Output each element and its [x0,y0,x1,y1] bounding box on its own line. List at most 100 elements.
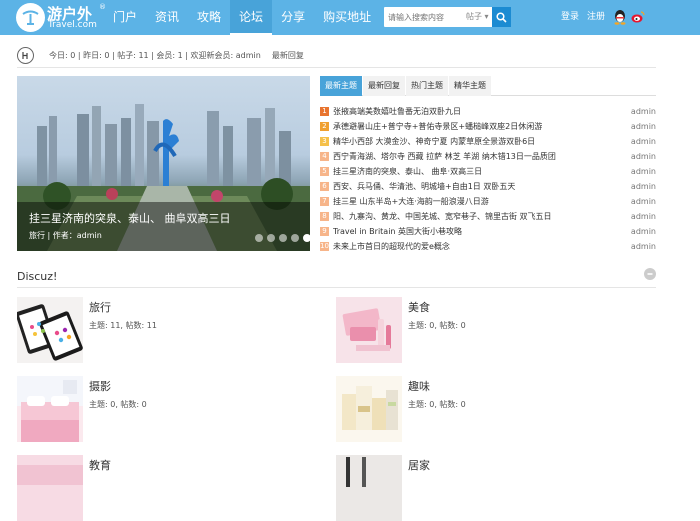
slider-dot[interactable] [255,234,263,242]
forum-item-food[interactable]: 美食 主题: 0, 帖数: 0 [336,297,636,363]
thread-item[interactable]: 10 未来上市首日的超现代的爱e概念 admin [320,239,656,254]
nav-item-forum[interactable]: 论坛 [230,0,273,35]
forum-stats: 主题: 11, 帖数: 11 [89,321,157,330]
thread-title[interactable]: 张掖高端美数嬉吐鲁番无泊双卧九日 [333,106,613,117]
forum-item-photography[interactable]: 摄影 主题: 0, 帖数: 0 [17,376,317,442]
nav-item-guides[interactable]: 攻略 [188,0,230,35]
forum-name[interactable]: 居家 [408,457,430,473]
forum-item-fun[interactable]: 趣味 主题: 0, 帖数: 0 [336,376,636,442]
forum-name[interactable]: 摄影 [89,378,111,394]
forum-stats-bar: 今日: 0 | 昨日: 0 | 帖子: 11 | 会员: 1 | 欢迎新会员: … [17,45,304,65]
slider-caption-meta: 旅行 | 作者：admin [29,231,102,240]
thread-item[interactable]: 9 Travel in Britain 英国大街小巷攻略 admin [320,224,656,239]
thread-tabs: 最新主题 最新回复 热门主题 精华主题 [320,76,656,96]
forum-thumbnail[interactable] [17,455,83,521]
stats-summary: 今日: 0 | 昨日: 0 | 帖子: 11 | 会员: 1 | 欢迎新会员: … [49,50,261,60]
register-link[interactable]: 注册 [587,0,605,35]
collapse-icon[interactable] [644,268,656,280]
divider [17,67,656,68]
thread-author[interactable]: admin [631,167,656,176]
nav-item-share[interactable]: 分享 [272,0,314,35]
search-input[interactable] [386,7,462,27]
tab-digest-threads[interactable]: 精华主题 [449,76,491,96]
qq-login-icon[interactable] [613,9,627,25]
main-nav: 门户 资讯 攻略 论坛 分享 购买地址 [104,0,380,35]
thread-title[interactable]: 挂三星济南的突泉、泰山、 曲阜·双高三日 [333,166,613,177]
thread-item[interactable]: 8 阳、九寨沟、黄龙、中国羌城、宽窄巷子、锦里古街 双飞五日 admin [320,209,656,224]
thread-title[interactable]: 未来上市首日的超现代的爱e概念 [333,241,613,252]
nav-item-buy[interactable]: 购买地址 [314,0,380,35]
login-link[interactable]: 登录 [561,0,579,35]
thread-item[interactable]: 7 挂三星 山东半岛+大连·海韵一船浪漫八日游 admin [320,194,656,209]
slider-caption-title[interactable]: 挂三星济南的突泉、泰山、 曲阜双高三日 [29,210,231,226]
thread-item[interactable]: 3 精华小西部 大漠金沙、神奇宁夏 内蒙草原全景游双卧6日 admin [320,134,656,149]
thread-rank-badge: 6 [320,182,329,191]
forum-thumbnail[interactable] [336,455,402,521]
forum-stats: 主题: 0, 帖数: 0 [408,400,466,409]
thread-author[interactable]: admin [631,182,656,191]
thread-title[interactable]: 承德避暑山庄+普宁寺+普佑寺景区+蟠槌峰双座2日休闲游 [333,121,613,132]
forum-thumbnail[interactable] [336,297,402,363]
thread-author[interactable]: admin [631,242,656,251]
thread-title[interactable]: 阳、九寨沟、黄龙、中国羌城、宽窄巷子、锦里古街 双飞五日 [333,211,613,222]
thread-author[interactable]: admin [631,122,656,131]
thread-author[interactable]: admin [631,212,656,221]
forum-name[interactable]: 教育 [89,457,111,473]
forum-name[interactable]: 旅行 [89,299,111,315]
divider [17,287,656,288]
auth-links: 登录 注册 [561,0,605,35]
forum-stats: 主题: 0, 帖数: 0 [408,321,466,330]
forum-name[interactable]: 美食 [408,299,430,315]
thread-author[interactable]: admin [631,137,656,146]
site-logo[interactable]: 游户外 ® Travel.com [16,3,106,33]
tab-latest-replies[interactable]: 最新回复 [363,76,405,96]
thread-item[interactable]: 4 西宁青海湖、塔尔寺 西藏 拉萨 林芝 羊湖 纳木错13日一品质团 admin [320,149,656,164]
thread-item[interactable]: 1 张掖高端美数嬉吐鲁番无泊双卧九日 admin [320,104,656,119]
latest-reply-link[interactable]: 最新回复 [272,50,304,61]
forum-name[interactable]: 趣味 [408,378,430,394]
search-category-label: 帖子 [466,12,482,21]
logo-subtitle: Travel.com [48,20,97,30]
featured-slider[interactable]: 挂三星济南的突泉、泰山、 曲阜双高三日 旅行 | 作者：admin [17,76,310,251]
search-category-select[interactable]: 帖子 ▾ [466,7,489,27]
weibo-login-icon[interactable] [631,10,645,24]
thread-rank-badge: 4 [320,152,329,161]
thread-rank-badge: 10 [320,242,329,251]
thread-author[interactable]: admin [631,107,656,116]
thread-author[interactable]: admin [631,152,656,161]
nav-item-news[interactable]: 资讯 [146,0,188,35]
section-title: Discuz! [17,270,58,283]
forum-stats: 主题: 0, 帖数: 0 [89,400,147,409]
thread-rank-badge: 3 [320,137,329,146]
thread-rank-badge: 7 [320,197,329,206]
slider-dot[interactable] [291,234,299,242]
thread-item[interactable]: 6 西安、兵马俑、华清池、明城墙+自由1日 双卧五天 admin [320,179,656,194]
slider-dot[interactable] [279,234,287,242]
search-icon [496,11,507,23]
thread-item[interactable]: 5 挂三星济南的突泉、泰山、 曲阜·双高三日 admin [320,164,656,179]
slider-dot-active[interactable] [303,234,310,242]
thread-title[interactable]: Travel in Britain 英国大街小巷攻略 [333,226,613,237]
forum-thumbnail[interactable] [17,376,83,442]
thread-title[interactable]: 西安、兵马俑、华清池、明城墙+自由1日 双卧五天 [333,181,613,192]
thread-author[interactable]: admin [631,227,656,236]
forum-item-education[interactable]: 教育 [17,455,317,521]
nav-item-portal[interactable]: 门户 [104,0,146,35]
forum-item-home[interactable]: 居家 [336,455,636,521]
slider-dot[interactable] [267,234,275,242]
forum-thumbnail[interactable] [17,297,83,363]
thread-item[interactable]: 2 承德避暑山庄+普宁寺+普佑寺景区+蟠槌峰双座2日休闲游 admin [320,119,656,134]
tab-latest-threads[interactable]: 最新主题 [320,76,362,96]
thread-author[interactable]: admin [631,197,656,206]
thread-title[interactable]: 西宁青海湖、塔尔寺 西藏 拉萨 林芝 羊湖 纳木错13日一品质团 [333,151,613,162]
forum-thumbnail[interactable] [336,376,402,442]
search-button[interactable] [492,7,511,27]
thread-rank-badge: 9 [320,227,329,236]
thread-rank-badge: 8 [320,212,329,221]
search-box: 帖子 ▾ [384,7,511,27]
tab-hot-threads[interactable]: 热门主题 [406,76,448,96]
forum-item-travel[interactable]: 旅行 主题: 11, 帖数: 11 [17,297,317,363]
thread-title[interactable]: 挂三星 山东半岛+大连·海韵一船浪漫八日游 [333,196,613,207]
chevron-down-icon: ▾ [484,12,489,21]
thread-title[interactable]: 精华小西部 大漠金沙、神奇宁夏 内蒙草原全景游双卧6日 [333,136,613,147]
